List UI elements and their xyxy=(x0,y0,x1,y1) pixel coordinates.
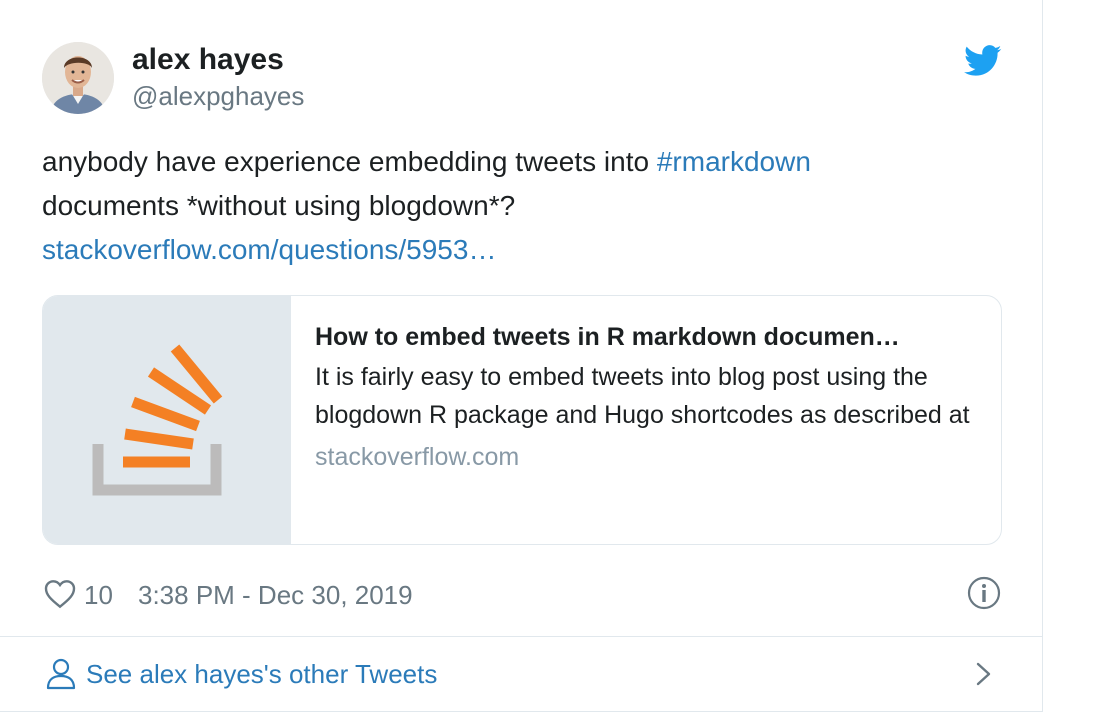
tweet-footer: 10 3:38 PM - Dec 30, 2019 xyxy=(42,575,1002,615)
author-handle[interactable]: @alexpghayes xyxy=(132,80,304,112)
see-other-tweets-label[interactable]: See alex hayes's other Tweets xyxy=(86,656,437,692)
see-other-tweets-link[interactable]: See alex hayes's other Tweets xyxy=(42,652,1002,698)
author-name[interactable]: alex hayes xyxy=(132,42,284,78)
card-domain: stackoverflow.com xyxy=(315,443,520,471)
embedded-tweet: alex hayes @alexpghayes anybody have exp… xyxy=(0,0,1043,712)
card-title: How to embed tweets in R markdown docume… xyxy=(315,323,900,351)
link-preview-card[interactable]: How to embed tweets in R markdown docume… xyxy=(42,295,1002,545)
tweet-url-link[interactable]: stackoverflow.com/questions/5953… xyxy=(42,234,496,265)
like-count[interactable]: 10 xyxy=(84,577,113,613)
divider xyxy=(0,636,1043,637)
avatar[interactable] xyxy=(42,42,114,114)
tweet-text: anybody have experience embedding tweets… xyxy=(42,140,972,272)
card-thumbnail[interactable] xyxy=(43,296,291,544)
tweet-timestamp[interactable]: 3:38 PM - Dec 30, 2019 xyxy=(138,577,413,613)
info-icon[interactable] xyxy=(966,575,1002,611)
tweet-text-tail: documents *without using blogdown*? xyxy=(42,190,516,221)
chevron-right-icon[interactable] xyxy=(974,658,994,690)
user-icon xyxy=(46,658,76,690)
stackoverflow-logo xyxy=(92,344,223,496)
card-body: How to embed tweets in R markdown docume… xyxy=(315,318,985,476)
hashtag-link[interactable]: #rmarkdown xyxy=(657,146,811,177)
tweet-header: alex hayes @alexpghayes xyxy=(42,42,1002,116)
twitter-bird-icon[interactable] xyxy=(964,45,1002,77)
tweet-text-lead: anybody have experience embedding tweets… xyxy=(42,146,657,177)
card-description: It is fairly easy to embed tweets into b… xyxy=(315,363,970,429)
heart-icon[interactable] xyxy=(44,579,76,609)
